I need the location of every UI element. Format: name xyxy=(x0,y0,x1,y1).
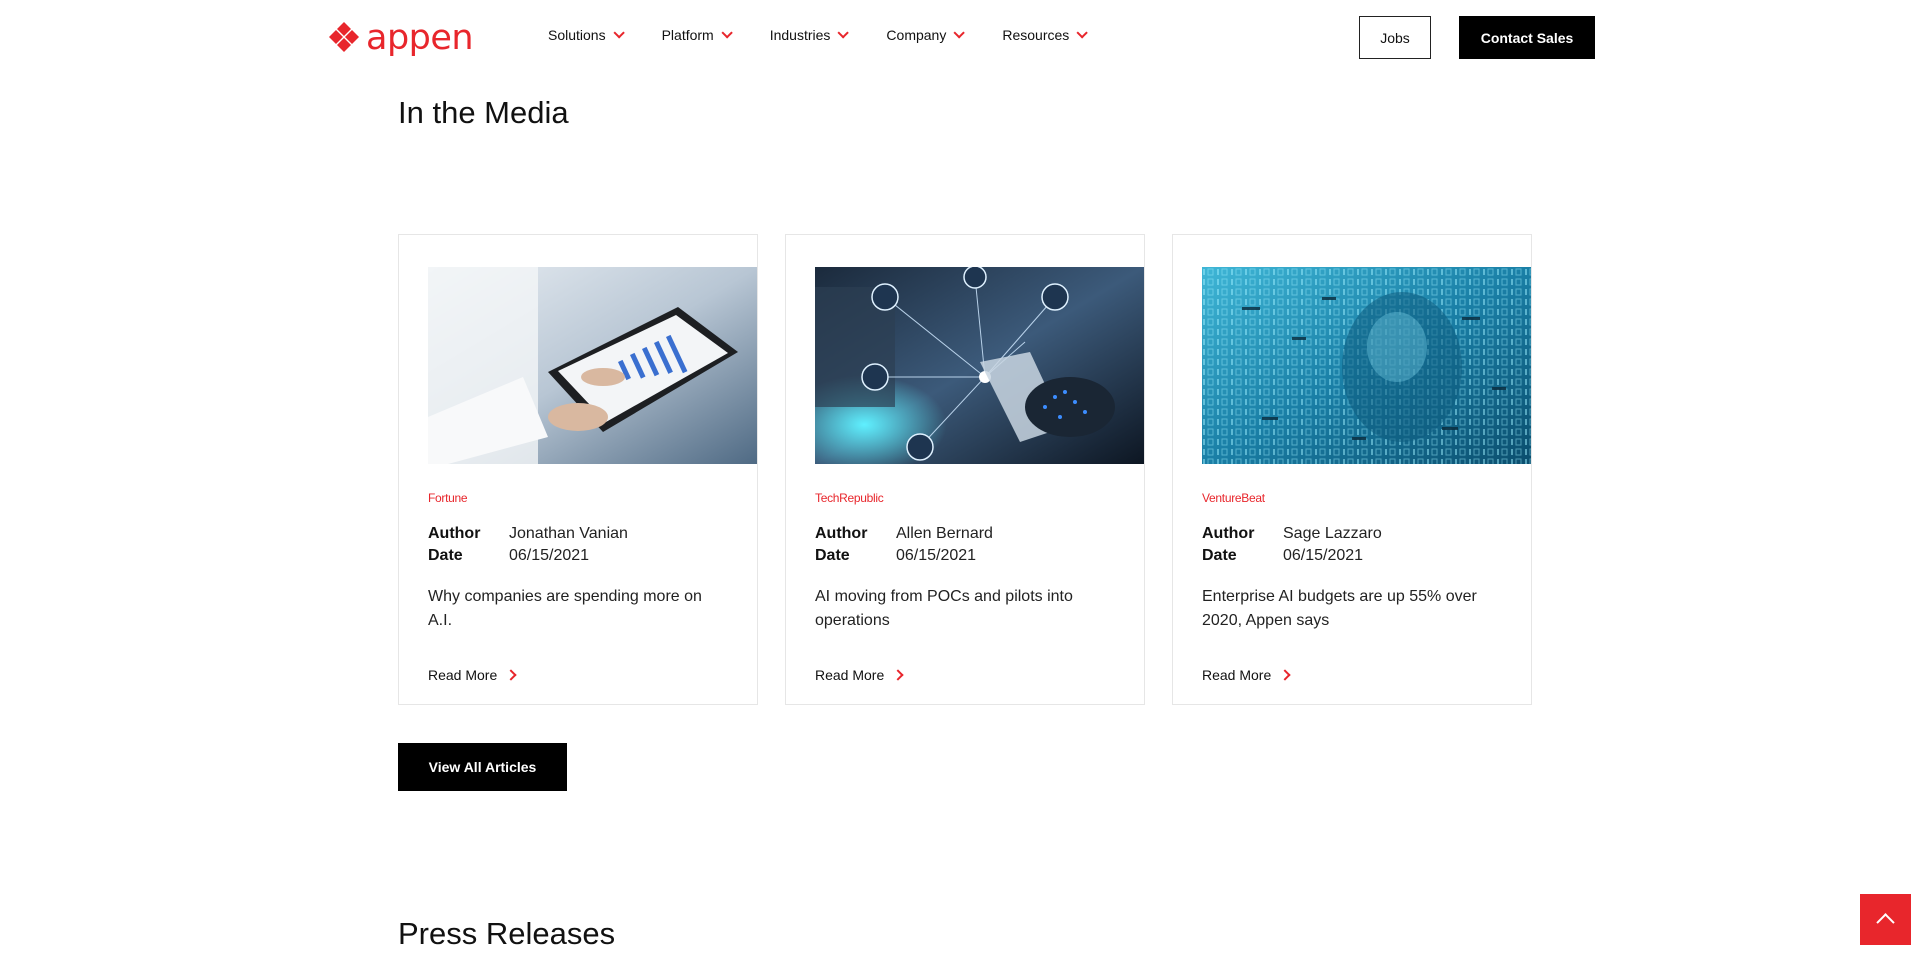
read-more-label: Read More xyxy=(815,667,885,683)
appen-diamond-icon xyxy=(329,22,359,52)
jobs-button[interactable]: Jobs xyxy=(1359,16,1431,59)
article-headline: AI moving from POCs and pilots into oper… xyxy=(815,588,1073,629)
nav-item-company[interactable]: Company xyxy=(886,27,966,43)
article-meta: Author Jonathan Vanian Date 06/15/2021 xyxy=(428,523,628,567)
article-source: TechRepublic xyxy=(815,491,884,505)
chevron-down-icon xyxy=(1076,27,1089,39)
ai-network-image[interactable] xyxy=(815,267,1144,464)
read-more-label: Read More xyxy=(1202,667,1272,683)
nav-item-industries[interactable]: Industries xyxy=(769,27,850,43)
main-nav: Solutions Platform Industries Company Re… xyxy=(548,27,1125,43)
article-source: VentureBeat xyxy=(1202,491,1265,505)
author-value: Sage Lazzaro xyxy=(1283,525,1382,542)
date-value: 06/15/2021 xyxy=(896,547,977,564)
date-label: Date xyxy=(428,547,463,564)
article-meta: Author Allen Bernard Date 06/15/2021 xyxy=(815,523,993,567)
binary-money-image[interactable] xyxy=(1202,267,1531,464)
author-value: Allen Bernard xyxy=(896,525,993,542)
article-card: VentureBeat Author Sage Lazzaro Date 06/… xyxy=(1172,234,1532,705)
tablet-chart-image[interactable] xyxy=(428,267,757,464)
nav-label: Solutions xyxy=(548,27,606,43)
view-all-articles-button[interactable]: View All Articles xyxy=(398,743,567,791)
date-value: 06/15/2021 xyxy=(509,547,590,564)
press-section-title: Press Releases xyxy=(398,916,616,951)
chevron-right-icon xyxy=(505,669,517,681)
chevron-down-icon xyxy=(837,27,850,39)
author-label: Author xyxy=(428,525,481,542)
nav-label: Resources xyxy=(1002,27,1070,43)
nav-item-resources[interactable]: Resources xyxy=(1002,27,1089,43)
article-headline: Enterprise AI budgets are up 55% over 20… xyxy=(1202,588,1477,629)
appen-logo[interactable]: appen xyxy=(328,18,474,58)
site-header: appen Solutions Platform Industries Comp… xyxy=(0,0,1918,72)
author-label: Author xyxy=(1202,525,1255,542)
author-value: Jonathan Vanian xyxy=(509,525,628,542)
article-meta: Author Sage Lazzaro Date 06/15/2021 xyxy=(1202,523,1382,567)
scroll-to-top-button[interactable] xyxy=(1860,894,1911,945)
article-source: Fortune xyxy=(428,491,468,505)
chevron-right-icon xyxy=(892,669,904,681)
date-label: Date xyxy=(815,547,850,564)
contact-sales-button[interactable]: Contact Sales xyxy=(1459,16,1595,59)
read-more-link[interactable]: Read More xyxy=(815,667,904,683)
read-more-link[interactable]: Read More xyxy=(428,667,517,683)
nav-item-solutions[interactable]: Solutions xyxy=(548,27,625,43)
nav-label: Company xyxy=(886,27,947,43)
chevron-down-icon xyxy=(721,27,733,39)
chevron-up-icon xyxy=(1876,913,1895,932)
media-cards: Fortune Author Jonathan Vanian Date 06/1… xyxy=(398,234,1559,705)
chevron-down-icon xyxy=(953,27,966,39)
logo-text: appen xyxy=(366,18,474,58)
chevron-down-icon xyxy=(613,27,625,39)
read-more-link[interactable]: Read More xyxy=(1202,667,1291,683)
nav-label: Platform xyxy=(661,27,714,43)
date-value: 06/15/2021 xyxy=(1283,547,1364,564)
read-more-label: Read More xyxy=(428,667,498,683)
media-section-title: In the Media xyxy=(398,95,569,130)
nav-label: Industries xyxy=(769,27,831,43)
nav-item-platform[interactable]: Platform xyxy=(661,27,733,43)
article-card: Fortune Author Jonathan Vanian Date 06/1… xyxy=(398,234,758,705)
chevron-right-icon xyxy=(1279,669,1291,681)
date-label: Date xyxy=(1202,547,1237,564)
author-label: Author xyxy=(815,525,868,542)
article-headline: Why companies are spending more on A.I. xyxy=(428,588,702,629)
article-card: TechRepublic Author Allen Bernard Date 0… xyxy=(785,234,1145,705)
